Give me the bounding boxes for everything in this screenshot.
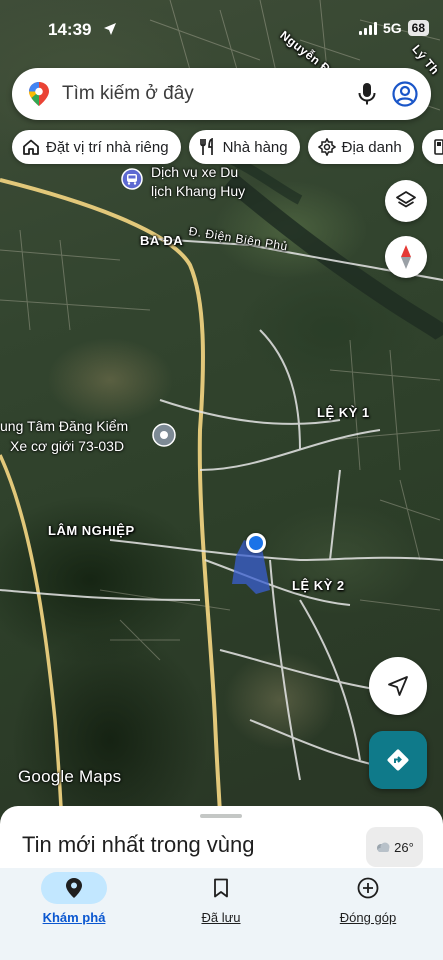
add-circle-icon bbox=[357, 877, 379, 899]
search-bar[interactable]: Tìm kiếm ở đây bbox=[12, 68, 431, 120]
status-time: 14:39 bbox=[48, 20, 92, 39]
location-marker-icon bbox=[152, 423, 176, 447]
poi-bus-service[interactable]: Dịch vụ xe Du lịch Khang Huy bbox=[121, 164, 271, 206]
compass-icon bbox=[401, 245, 411, 269]
poi-bus-label-2: lịch Khang Huy bbox=[151, 183, 246, 199]
layers-icon bbox=[396, 191, 416, 208]
landmark-icon bbox=[317, 138, 336, 156]
location-arrow-icon bbox=[104, 23, 116, 35]
explore-pin-icon bbox=[66, 878, 82, 898]
nav-contribute-label: Đóng góp bbox=[339, 910, 397, 925]
google-maps-attribution: Google Maps bbox=[18, 767, 122, 786]
account-icon[interactable] bbox=[392, 81, 418, 107]
poi-inspection-center[interactable]: ung Tâm Đăng Kiểm Xe cơ giới 73-03D bbox=[0, 418, 180, 460]
compass-button[interactable] bbox=[385, 236, 427, 278]
chip-landmarks-label: Địa danh bbox=[341, 138, 402, 156]
bus-icon bbox=[121, 168, 143, 190]
directions-button[interactable] bbox=[369, 731, 427, 789]
weather-chip[interactable]: 26° bbox=[366, 827, 423, 867]
nav-saved[interactable]: Đã lưu bbox=[161, 872, 281, 925]
chip-restaurants-label: Nhà hàng bbox=[222, 138, 288, 156]
gas-station-icon bbox=[433, 139, 443, 155]
chip-landmarks[interactable]: Địa danh bbox=[307, 130, 414, 164]
area-label-ba-da: BA ĐA bbox=[140, 233, 184, 248]
google-maps-pin-icon bbox=[29, 82, 49, 106]
network-type: 5G bbox=[382, 20, 402, 36]
poi-center-label-2: Xe cơ giới 73-03D bbox=[10, 438, 125, 454]
bookmark-icon bbox=[214, 878, 228, 898]
restaurant-icon bbox=[199, 138, 213, 155]
category-chips: Đặt vị trí nhà riêng Nhà hàng Địa danh bbox=[12, 130, 443, 164]
nav-explore-label: Khám phá bbox=[42, 910, 106, 925]
weather-temperature: 26° bbox=[394, 839, 414, 855]
poi-center-label-1: ung Tâm Đăng Kiểm bbox=[0, 418, 129, 434]
nav-contribute[interactable]: Đóng góp bbox=[308, 872, 428, 925]
area-label-lam-nghiep: LÂM NGHIỆP bbox=[48, 523, 135, 538]
bottom-navigation: Khám phá Đã lưu Đóng góp bbox=[0, 868, 443, 960]
battery-indicator: 68 bbox=[407, 20, 429, 36]
mic-icon[interactable] bbox=[356, 82, 378, 106]
chip-gas-station[interactable] bbox=[421, 130, 443, 164]
poi-bus-label-1: Dịch vụ xe Du bbox=[151, 164, 239, 180]
chip-restaurants[interactable]: Nhà hàng bbox=[188, 130, 300, 164]
directions-icon bbox=[387, 749, 409, 771]
nav-explore[interactable]: Khám phá bbox=[14, 872, 134, 925]
navigation-arrow-icon bbox=[388, 676, 408, 696]
cloud-weather-icon bbox=[377, 842, 390, 852]
layers-button[interactable] bbox=[385, 180, 427, 222]
current-location-dot bbox=[246, 533, 266, 553]
area-label-le-ky-1: LỆ KỲ 1 bbox=[317, 405, 370, 420]
nav-saved-label: Đã lưu bbox=[201, 910, 241, 925]
my-location-button[interactable] bbox=[369, 657, 427, 715]
sheet-drag-handle[interactable] bbox=[200, 814, 242, 818]
search-input[interactable]: Tìm kiếm ở đây bbox=[62, 83, 194, 105]
chip-set-home-label: Đặt vị trí nhà riêng bbox=[46, 138, 169, 156]
status-bar: 14:39 5G 68 bbox=[0, 0, 443, 60]
latest-news-sheet[interactable]: Tin mới nhất trong vùng 26° bbox=[0, 806, 443, 876]
home-icon bbox=[23, 139, 39, 155]
chip-set-home[interactable]: Đặt vị trí nhà riêng bbox=[12, 130, 181, 164]
area-label-le-ky-2: LỆ KỲ 2 bbox=[292, 578, 345, 593]
signal-icon bbox=[358, 21, 377, 35]
sheet-title: Tin mới nhất trong vùng bbox=[22, 832, 255, 857]
